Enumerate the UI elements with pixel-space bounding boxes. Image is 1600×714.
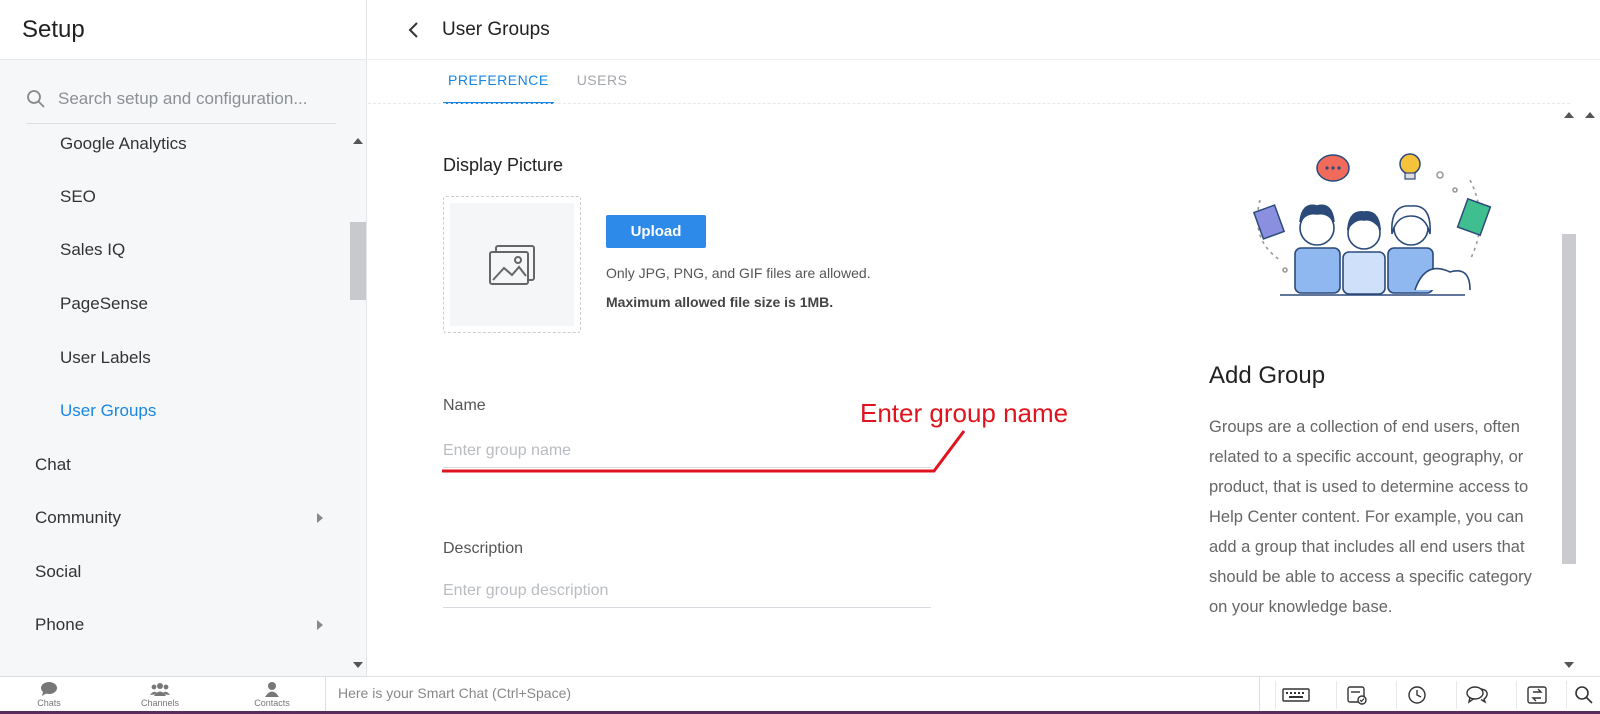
sidebar-item-label: Chat	[35, 455, 71, 474]
channels-icon	[150, 683, 170, 696]
scroll-down-icon[interactable]	[353, 662, 363, 668]
transfer-icon	[1526, 686, 1547, 704]
sidebar-item-google-analytics[interactable]: Google Analytics	[0, 125, 345, 169]
conversations-button[interactable]	[1456, 681, 1496, 709]
sidebar-item-label: Google Analytics	[60, 134, 187, 153]
group-description-input[interactable]	[443, 574, 931, 608]
sidebar-nav: Google Analytics SEO Sales IQ PageSense …	[0, 125, 345, 675]
sidebar-item-label: User Labels	[60, 348, 151, 367]
upload-hint: Only JPG, PNG, and GIF files are allowed…	[606, 265, 871, 281]
page-title: User Groups	[442, 18, 550, 40]
annotation-underline	[442, 430, 966, 473]
main-scrollbar[interactable]	[1560, 106, 1578, 676]
main-header: User Groups	[368, 0, 1600, 60]
tab-preference[interactable]: PREFERENCE	[443, 60, 554, 104]
scrollbar-thumb[interactable]	[350, 222, 366, 300]
search-icon	[27, 89, 45, 108]
sidebar-search[interactable]	[26, 74, 336, 124]
scroll-up-icon[interactable]	[1585, 112, 1595, 118]
add-group-description: Groups are a collection of end users, of…	[1209, 418, 1532, 616]
scroll-down-icon[interactable]	[1564, 662, 1574, 668]
keyboard-icon	[1281, 688, 1310, 702]
bottom-channels[interactable]: Channels	[130, 681, 190, 708]
sidebar-item-sales-iq[interactable]: Sales IQ	[0, 225, 345, 275]
scrollbar-thumb[interactable]	[1562, 234, 1576, 564]
bottom-item-label: Channels	[140, 698, 180, 708]
display-picture-title: Display Picture	[443, 155, 564, 175]
tasks-button[interactable]	[1336, 681, 1376, 709]
tab-bar: PREFERENCE USERS	[443, 60, 650, 104]
sidebar-item-label: SEO	[60, 187, 96, 206]
name-label: Name	[443, 397, 486, 414]
image-placeholder-icon	[489, 244, 535, 285]
sidebar-item-label: PageSense	[60, 294, 148, 313]
chat-bubbles-icon	[1465, 686, 1488, 704]
clock-icon	[1407, 686, 1426, 704]
search-button[interactable]	[1566, 681, 1600, 709]
search-icon	[1574, 686, 1593, 704]
sidebar-item-label: Phone	[35, 615, 85, 634]
chat-bubble-icon	[41, 682, 57, 696]
sidebar-item-social[interactable]: Social	[0, 547, 345, 597]
bottom-bar: Chats Channels Contacts Here is your Sma…	[0, 676, 1600, 714]
upload-button[interactable]: Upload	[606, 215, 706, 248]
chevron-right-icon	[317, 620, 323, 630]
sidebar-item-label: Social	[35, 562, 82, 581]
sidebar-item-chat[interactable]: Chat	[0, 440, 345, 490]
sidebar-item-phone[interactable]: Phone	[0, 600, 345, 650]
scroll-up-icon[interactable]	[353, 138, 363, 144]
sidebar-item-pagesense[interactable]: PageSense	[0, 279, 345, 329]
group-illustration	[1252, 153, 1492, 296]
tab-users[interactable]: USERS	[572, 60, 633, 104]
tabs-divider	[368, 103, 1570, 104]
bottom-chats[interactable]: Chats	[19, 681, 79, 708]
sidebar-scrollbar[interactable]	[349, 130, 367, 676]
search-input[interactable]	[58, 88, 328, 109]
history-button[interactable]	[1396, 681, 1436, 709]
sidebar-item-seo[interactable]: SEO	[0, 172, 345, 222]
display-picture-dropzone[interactable]	[443, 196, 581, 333]
add-group-title: Add Group	[1209, 362, 1326, 389]
sidebar-item-community[interactable]: Community	[0, 493, 345, 543]
bottom-item-label: Contacts	[254, 698, 290, 708]
back-button[interactable]	[394, 10, 434, 50]
chevron-right-icon	[317, 513, 323, 523]
smart-chat-input[interactable]: Here is your Smart Chat (Ctrl+Space)	[325, 677, 1260, 712]
setup-sidebar: Setup Google Analytics SEO Sales IQ Page…	[0, 0, 367, 676]
description-label: Description	[443, 540, 524, 557]
transfer-button[interactable]	[1516, 681, 1556, 709]
scroll-up-icon[interactable]	[1564, 112, 1574, 118]
task-check-icon	[1346, 686, 1367, 705]
sidebar-item-label: Sales IQ	[60, 240, 126, 259]
sidebar-item-label: Community	[35, 508, 121, 527]
contact-icon	[265, 682, 279, 697]
sidebar-item-label: User Groups	[60, 401, 157, 420]
bottom-item-label: Chats	[37, 698, 61, 708]
sidebar-item-user-groups[interactable]: User Groups	[0, 386, 345, 436]
sidebar-item-user-labels[interactable]: User Labels	[0, 333, 345, 383]
outer-scrollbar[interactable]	[1580, 106, 1600, 676]
chevron-left-icon	[408, 21, 418, 38]
upload-size-limit: Maximum allowed file size is 1MB.	[606, 294, 834, 310]
bottom-contacts[interactable]: Contacts	[242, 681, 302, 708]
keyboard-button[interactable]	[1275, 681, 1315, 709]
sidebar-title: Setup	[0, 0, 366, 60]
